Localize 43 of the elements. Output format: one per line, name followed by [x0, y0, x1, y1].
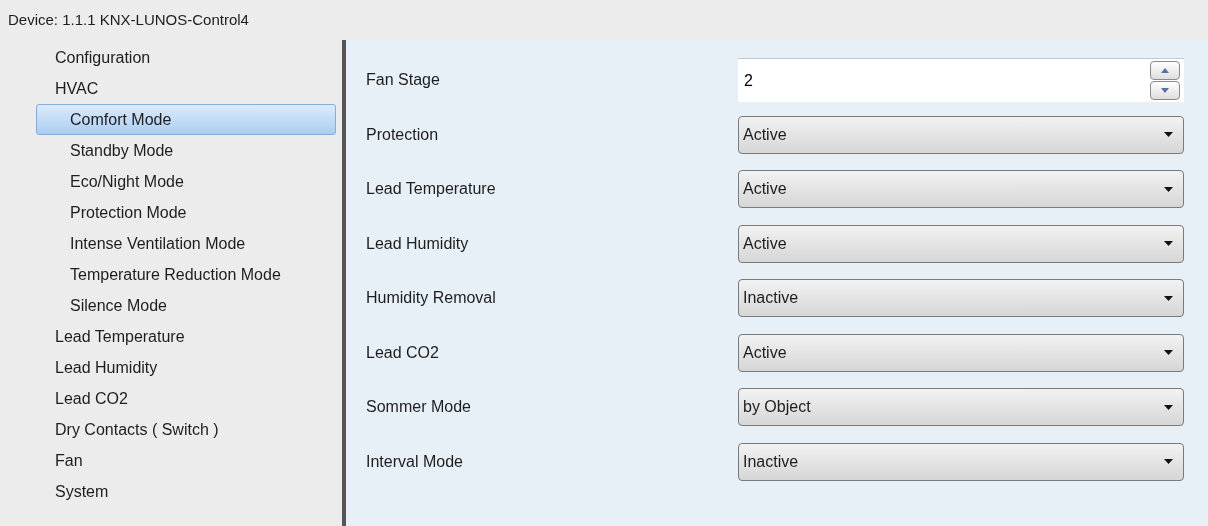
dropdown-arrow-icon	[1164, 350, 1173, 356]
parameter-label: Humidity Removal	[366, 288, 497, 309]
tree-item[interactable]: Fan	[36, 445, 336, 476]
parameter-label: Fan Stage	[366, 70, 441, 91]
dropdown[interactable]: Active	[738, 115, 1184, 154]
tree-item[interactable]: Lead Temperature	[36, 321, 336, 352]
parameter-label: Sommer Mode	[366, 397, 472, 418]
decrement-button[interactable]	[1150, 81, 1180, 101]
dropdown-arrow-icon	[1164, 186, 1173, 192]
dropdown[interactable]: by Object	[738, 388, 1184, 427]
device-title: Device: 1.1.1 KNX-LUNOS-Control4	[8, 9, 249, 30]
dropdown[interactable]: Inactive	[738, 279, 1184, 318]
tree-item[interactable]: Intense Ventilation Mode	[36, 228, 336, 259]
dropdown[interactable]: Active	[738, 333, 1184, 372]
tree-item[interactable]: HVAC	[36, 73, 336, 104]
tree-item[interactable]: Configuration	[36, 42, 336, 73]
tree-item[interactable]: Dry Contacts ( Switch )	[36, 414, 336, 445]
parameter-label: Lead CO2	[366, 342, 440, 363]
tree-item[interactable]: Temperature Reduction Mode	[36, 259, 336, 290]
tree-item[interactable]: Lead Humidity	[36, 352, 336, 383]
number-field[interactable]: 2	[738, 58, 1184, 103]
tree-item[interactable]: System	[36, 476, 336, 507]
tree-item[interactable]: Protection Mode	[36, 197, 336, 228]
dropdown-arrow-icon	[1164, 241, 1173, 247]
tree-item[interactable]: Lead CO2	[36, 383, 336, 414]
tree-item[interactable]: Comfort Mode	[36, 104, 336, 135]
dropdown-arrow-icon	[1164, 295, 1173, 301]
down-arrow-icon	[1161, 88, 1169, 94]
dropdown-arrow-icon	[1164, 132, 1173, 138]
parameter-label: Lead Temperature	[366, 179, 497, 200]
parameter-label: Lead Humidity	[366, 233, 470, 254]
parameter-label: Interval Mode	[366, 451, 464, 472]
increment-button[interactable]	[1150, 61, 1180, 81]
parameter-label: Protection	[366, 124, 440, 145]
tree-item[interactable]: Eco/Night Mode	[36, 166, 336, 197]
dropdown[interactable]: Inactive	[738, 442, 1184, 481]
dropdown[interactable]: Active	[738, 170, 1184, 209]
up-arrow-icon	[1161, 68, 1169, 74]
dropdown[interactable]: Active	[738, 224, 1184, 263]
dropdown-arrow-icon	[1164, 404, 1173, 410]
tree-item[interactable]: Standby Mode	[36, 135, 336, 166]
dropdown-arrow-icon	[1164, 459, 1173, 465]
tree-item[interactable]: Silence Mode	[36, 290, 336, 321]
